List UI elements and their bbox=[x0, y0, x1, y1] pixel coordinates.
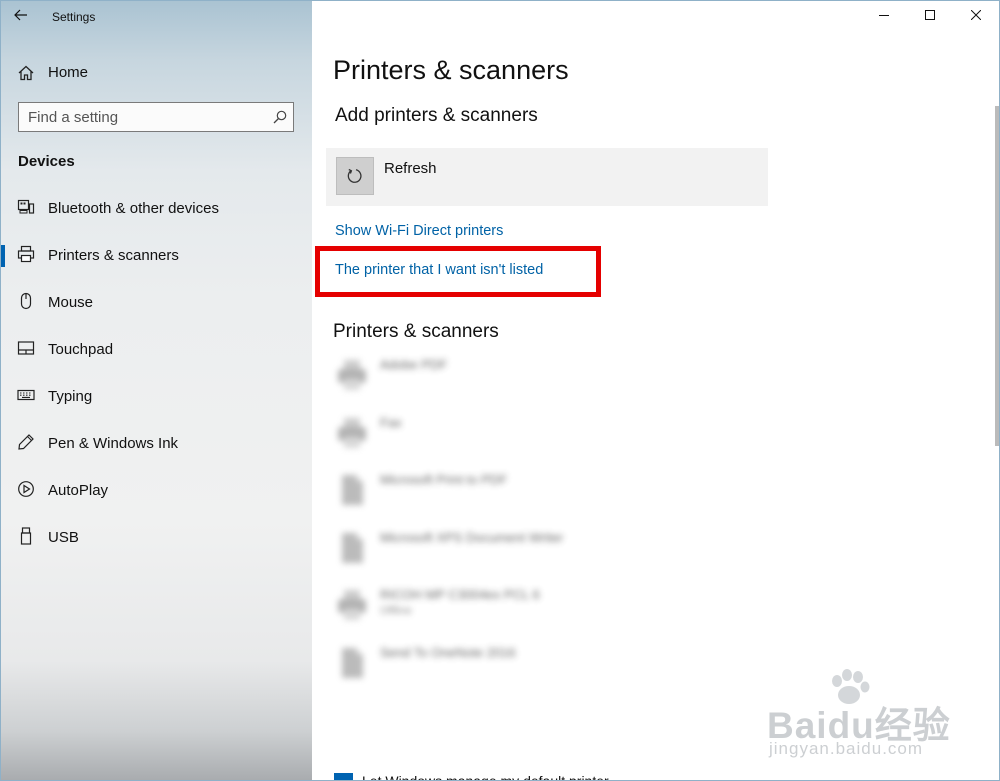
sidebar-item-typing[interactable]: Typing bbox=[1, 374, 312, 421]
printer-name: Send To OneNote 2016 bbox=[380, 644, 516, 660]
sidebar-item-label: Bluetooth & other devices bbox=[48, 200, 219, 217]
close-button[interactable] bbox=[953, 1, 999, 29]
printer-name: RICOH MP C3004ex PCL 6 bbox=[380, 587, 540, 603]
refresh-button[interactable]: Refresh bbox=[326, 148, 768, 206]
minimize-icon bbox=[879, 15, 889, 16]
nav-home-label: Home bbox=[48, 64, 89, 81]
usb-icon bbox=[20, 527, 32, 545]
sidebar-item-bluetooth[interactable]: Bluetooth & other devices bbox=[1, 186, 312, 233]
printer-name: Adobe PDF bbox=[380, 357, 448, 372]
back-arrow-icon bbox=[14, 9, 27, 21]
pen-icon bbox=[18, 434, 34, 450]
printer-name: Microsoft Print to PDF bbox=[380, 472, 508, 488]
printer-icon bbox=[338, 360, 366, 390]
sidebar-item-usb[interactable]: USB bbox=[1, 515, 312, 562]
selection-indicator bbox=[1, 245, 5, 267]
printer-name: Microsoft XPS Document Writer bbox=[380, 529, 564, 545]
sidebar-item-label: AutoPlay bbox=[48, 482, 109, 499]
maximize-button[interactable] bbox=[907, 1, 953, 29]
sidebar-item-label: USB bbox=[48, 529, 79, 546]
sidebar-item-label: Pen & Windows Ink bbox=[48, 435, 179, 452]
window-controls bbox=[861, 1, 999, 29]
printer-name: Fax bbox=[380, 414, 402, 430]
sidebar-item-mouse[interactable]: Mouse bbox=[1, 280, 312, 327]
search-input[interactable] bbox=[19, 103, 268, 131]
printer-item[interactable]: RICOH MP C3004ex PCL 6 Offline bbox=[332, 578, 752, 636]
add-printers-heading: Add printers & scanners bbox=[335, 105, 538, 126]
refresh-icon bbox=[347, 168, 362, 183]
sidebar-item-touchpad[interactable]: Touchpad bbox=[1, 327, 312, 374]
refresh-tile-icon bbox=[336, 157, 374, 195]
nav-home[interactable]: Home bbox=[1, 57, 312, 89]
home-icon bbox=[18, 65, 34, 81]
sidebar-item-label: Typing bbox=[48, 388, 93, 405]
printer-item[interactable]: Microsoft Print to PDF bbox=[332, 463, 752, 521]
document-icon bbox=[342, 647, 363, 678]
bluetooth-devices-icon bbox=[17, 199, 35, 214]
back-button[interactable] bbox=[9, 3, 33, 27]
scrollbar[interactable] bbox=[995, 106, 999, 446]
sidebar-item-label: Touchpad bbox=[48, 341, 114, 358]
search-box bbox=[18, 102, 294, 132]
mouse-icon bbox=[20, 292, 32, 310]
maximize-icon bbox=[925, 10, 935, 20]
keyboard-icon bbox=[17, 389, 35, 401]
search-icon[interactable] bbox=[273, 110, 287, 124]
touchpad-icon bbox=[17, 341, 35, 355]
sidebar-item-pen[interactable]: Pen & Windows Ink bbox=[1, 421, 312, 468]
sidebar: Settings Home Devices bbox=[1, 1, 312, 780]
document-icon bbox=[342, 475, 363, 506]
settings-window: Settings Home Devices bbox=[0, 0, 1000, 781]
refresh-label: Refresh bbox=[384, 160, 437, 177]
nav-list: Bluetooth & other devices Printers & sca… bbox=[1, 186, 312, 562]
close-icon bbox=[971, 10, 981, 20]
printer-item[interactable]: Microsoft XPS Document Writer bbox=[332, 521, 752, 579]
default-printer-checkbox[interactable] bbox=[334, 773, 353, 780]
printer-not-listed-link[interactable]: The printer that I want isn't listed bbox=[335, 262, 543, 278]
default-printer-label: Let Windows manage my default printer bbox=[362, 773, 609, 781]
sidebar-item-label: Mouse bbox=[48, 294, 94, 311]
printer-status: Offline bbox=[380, 605, 412, 618]
section-heading-devices: Devices bbox=[18, 153, 75, 170]
sidebar-item-label: Printers & scanners bbox=[48, 247, 179, 264]
printer-icon bbox=[338, 417, 366, 448]
sidebar-item-printers[interactable]: Printers & scanners bbox=[1, 233, 312, 280]
page-title: Printers & scanners bbox=[333, 55, 569, 85]
sidebar-item-autoplay[interactable]: AutoPlay bbox=[1, 468, 312, 515]
main-content: Printers & scanners Add printers & scann… bbox=[312, 1, 999, 780]
title-bar: Settings bbox=[1, 1, 312, 33]
printer-icon bbox=[338, 590, 366, 621]
printer-item[interactable]: Fax bbox=[332, 406, 752, 464]
minimize-button[interactable] bbox=[861, 1, 907, 29]
printer-list: Adobe PDF Fax Microsoft Print to PDF Mic… bbox=[332, 348, 752, 694]
autoplay-icon bbox=[18, 481, 34, 497]
printer-item[interactable]: Send To OneNote 2016 bbox=[332, 636, 752, 694]
document-icon bbox=[342, 532, 363, 563]
printers-list-heading: Printers & scanners bbox=[333, 321, 499, 342]
show-wifi-direct-link[interactable]: Show Wi-Fi Direct printers bbox=[335, 223, 503, 239]
printer-icon bbox=[17, 245, 35, 263]
printer-item[interactable]: Adobe PDF bbox=[332, 348, 752, 406]
app-title: Settings bbox=[52, 10, 96, 24]
